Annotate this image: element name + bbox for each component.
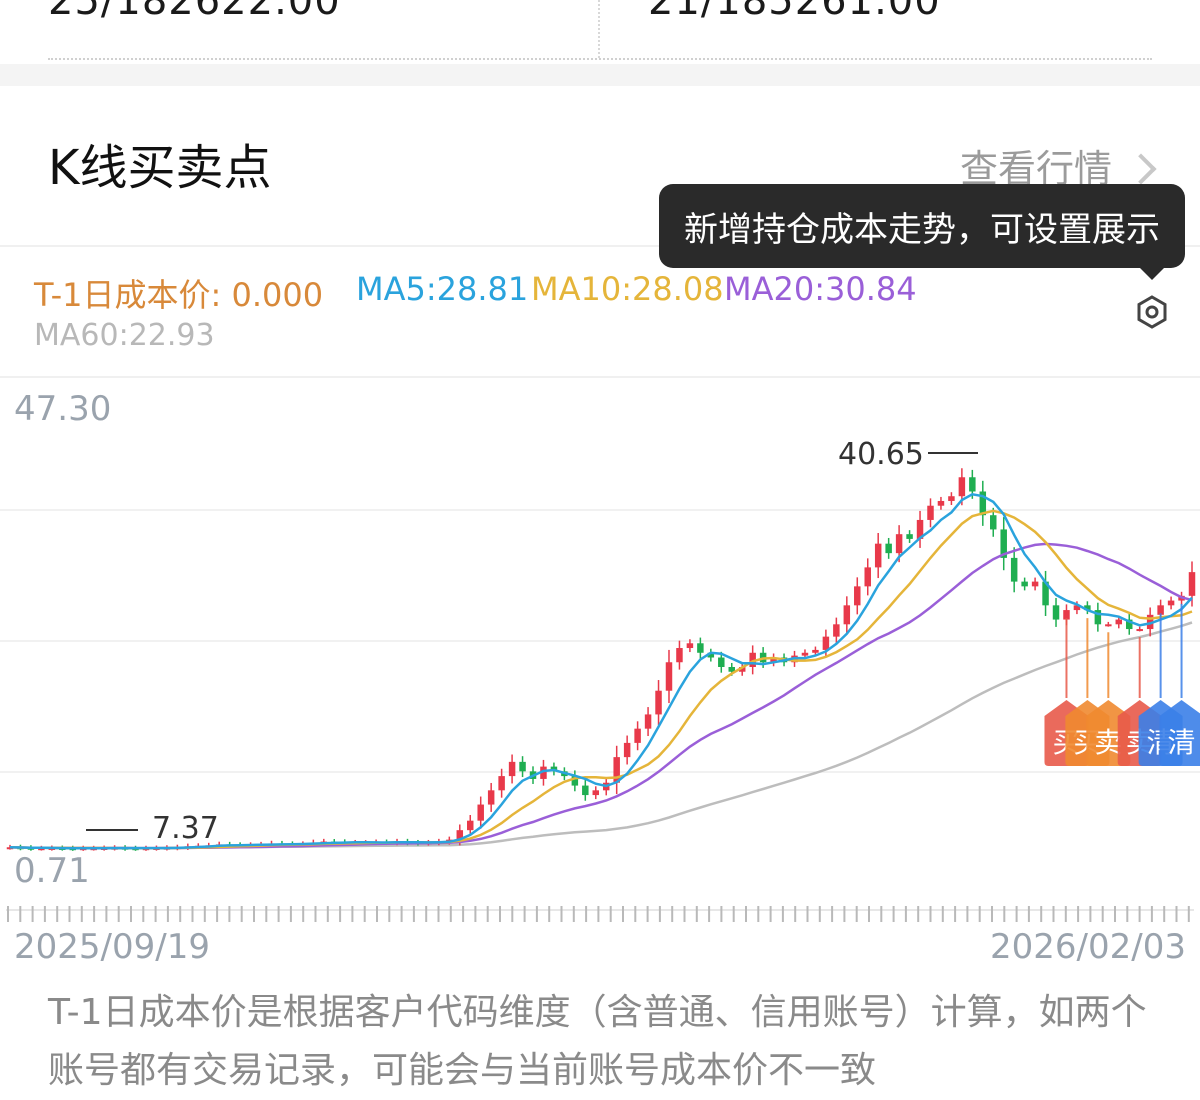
candle-body — [467, 820, 474, 831]
candle-body — [1167, 600, 1175, 606]
cost-price-note: T-1日成本价是根据客户代码维度（含普通、信用账号）计算，如两个账号都有交易记录… — [48, 992, 1147, 1091]
candle-body — [644, 714, 652, 729]
candle-body — [990, 515, 997, 530]
candle-body — [1188, 572, 1196, 596]
chevron-right-icon — [1125, 152, 1157, 185]
top-stats-strip: 25/182622.00 21/185261.00 — [0, 0, 1200, 62]
candle-body — [895, 534, 903, 554]
feature-tooltip[interactable]: 新增持仓成本走势，可设置展示 — [659, 184, 1185, 268]
candle-body — [498, 776, 505, 791]
legend-ma5: MA5:28.81 — [356, 270, 529, 308]
candle-body — [1021, 581, 1028, 587]
candle-body — [801, 652, 809, 656]
kline-chart[interactable]: 买买卖卖清清 47.30 0.71 40.65 7.37 2025/09/19 … — [0, 380, 1200, 980]
candle-body — [864, 567, 871, 587]
top-right-value: 21/185261.00 — [648, 0, 941, 24]
y-axis-min-label: 0.71 — [14, 851, 90, 891]
top-divider — [598, 0, 600, 58]
x-axis-start-label: 2025/09/19 — [14, 927, 210, 967]
candle-body — [665, 662, 673, 691]
candle-body — [854, 586, 861, 606]
candle-body — [718, 657, 725, 667]
section-title: K线买卖点 — [48, 140, 272, 196]
y-axis-max-label: 47.30 — [14, 389, 111, 429]
candle-body — [1105, 624, 1112, 627]
legend-ma10: MA10:28.08 — [531, 270, 724, 308]
legend-ma20: MA20:30.84 — [724, 270, 917, 308]
candle-body — [906, 534, 913, 539]
candle-body — [1031, 581, 1039, 587]
candle-body — [1115, 619, 1123, 625]
candle-body — [655, 690, 662, 715]
candle-body — [686, 643, 694, 649]
high-marker-label: 40.65 — [838, 437, 924, 472]
candle-body — [582, 785, 589, 796]
candle-body — [519, 761, 526, 772]
legend-cost: T-1日成本价: 0.000 — [34, 276, 324, 314]
candle-body — [927, 505, 934, 520]
candle-body — [874, 543, 882, 568]
candle-body — [623, 742, 631, 758]
settings-hexagon-icon[interactable] — [1134, 294, 1170, 330]
trade-mark-label: 清 — [1168, 726, 1196, 759]
top-left-value: 25/182622.00 — [48, 0, 341, 24]
candle-body — [1136, 629, 1143, 632]
candle-body — [592, 790, 600, 796]
candle-body — [937, 500, 945, 506]
candle-body — [676, 648, 683, 663]
candle-body — [843, 605, 851, 625]
candle-body — [634, 728, 641, 743]
candle-body — [1052, 605, 1060, 620]
dotted-divider — [48, 58, 1152, 60]
tooltip-arrow — [1138, 266, 1166, 280]
candle-body — [885, 543, 892, 554]
candle-body — [508, 761, 516, 777]
candle-body — [697, 643, 704, 653]
divider — [0, 376, 1200, 378]
candle-body — [822, 636, 830, 650]
legend-ma60: MA60:22.93 — [34, 318, 215, 353]
candle-body — [833, 624, 840, 637]
candle-body — [948, 496, 955, 501]
section-gap — [0, 64, 1200, 86]
candle-body — [958, 477, 966, 497]
candle-body — [812, 649, 819, 653]
candle-body — [477, 804, 484, 821]
candle-body — [969, 477, 976, 492]
candle-body — [1010, 557, 1018, 582]
candle-body — [487, 790, 495, 805]
x-axis-end-label: 2026/02/03 — [990, 927, 1186, 967]
low-marker-label: 7.37 — [152, 811, 219, 846]
tooltip-text: 新增持仓成本走势，可设置展示 — [684, 209, 1160, 250]
